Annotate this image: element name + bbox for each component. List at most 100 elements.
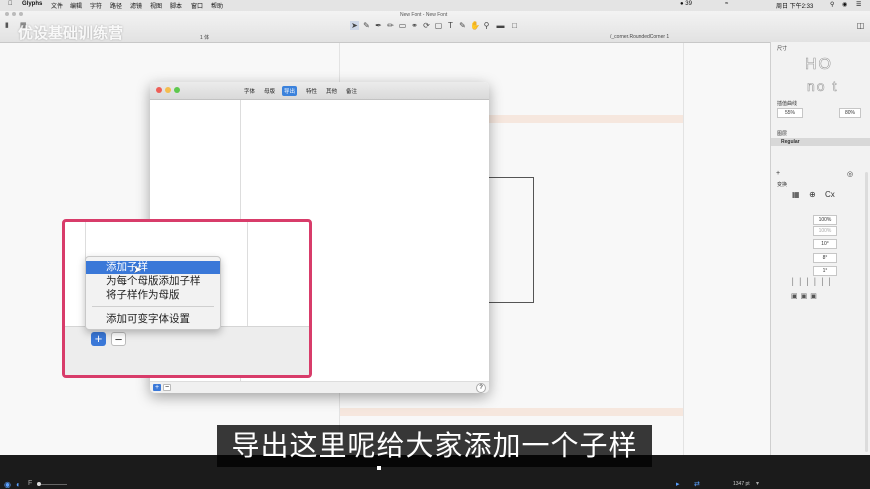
dialog-add-button-small[interactable]: +	[153, 384, 161, 391]
subtitle-dot	[377, 466, 381, 470]
interp-left-field[interactable]: 55%	[777, 108, 803, 118]
inspector-toggle-icon[interactable]: ◫	[856, 21, 865, 30]
zoom-level: 1347 pt	[733, 481, 750, 487]
zoom-divider-right	[247, 222, 248, 326]
video-subtitle: 导出这里呢给大家添加一个子样	[217, 425, 652, 467]
preview-eye-icon[interactable]: ◉	[4, 480, 11, 489]
interp-header: 插值曲线	[777, 101, 798, 107]
pen-tool-icon[interactable]: ✒	[374, 21, 383, 30]
panel-scrollbar[interactable]	[865, 172, 868, 452]
tab-right-glyph-name[interactable]: /_corner.RoundedCorner 1	[610, 34, 669, 40]
menu-item-window[interactable]: 窗口	[191, 1, 203, 10]
window-zoom-light[interactable]	[19, 12, 23, 16]
menu-item-help[interactable]: 帮助	[211, 1, 223, 10]
size-slider[interactable]	[37, 484, 67, 485]
primitives-tool-icon[interactable]: ▭	[398, 21, 407, 30]
size-header: 尺寸	[777, 46, 788, 52]
window-close-light[interactable]	[5, 12, 9, 16]
menu-item-add-instance-per-master[interactable]: 为每个母版添加子样	[86, 275, 220, 288]
tab-left[interactable]: 1 体	[200, 34, 209, 41]
glyph-outline[interactable]	[488, 177, 534, 303]
scale-x-field[interactable]: 100%	[813, 215, 837, 225]
layer-options-icon[interactable]: ◎	[847, 170, 853, 178]
measure-tool-icon[interactable]: ▬	[496, 21, 505, 30]
window-min-light[interactable]	[12, 12, 16, 16]
tab-font[interactable]: 字体	[242, 86, 257, 96]
tab-other[interactable]: 其他	[324, 86, 339, 96]
mouse-cursor-icon: ➤	[133, 264, 143, 276]
menu-extra-icon[interactable]: ◉	[842, 1, 847, 8]
zoom-remove-button[interactable]: −	[111, 332, 126, 346]
menu-app-name[interactable]: Glyphs	[22, 1, 42, 7]
watermark-text: 优设基础训练营	[18, 25, 124, 42]
origin-icon[interactable]: ⊕	[809, 190, 816, 199]
zoom-stepper[interactable]: ▾	[756, 480, 759, 487]
tab-exports[interactable]: 导出	[282, 86, 298, 96]
scale-y-field[interactable]: 100%	[813, 226, 837, 236]
scale-tool-icon[interactable]: ▢	[434, 21, 443, 30]
preview-toggle-icon[interactable]: □	[510, 21, 519, 30]
control-center-icon[interactable]: ☰	[856, 1, 861, 8]
view-options-icon[interactable]: ▸	[676, 480, 680, 488]
tab-notes[interactable]: 备注	[344, 86, 359, 96]
menu-item-add-variable-font-setting[interactable]: 添加可变字体设置	[86, 313, 220, 326]
tab-features[interactable]: 特性	[304, 86, 319, 96]
menu-item-path[interactable]: 路径	[110, 1, 122, 10]
add-instance-menu: 添加子样 为每个母版添加子样 将子样作为母版 添加可变字体设置 ➤	[85, 256, 221, 330]
menu-item-view[interactable]: 视图	[150, 1, 162, 10]
add-layer-icon[interactable]: +	[776, 170, 780, 177]
rotate-field[interactable]: 10°	[813, 239, 837, 249]
hand-tool-icon[interactable]: ✋	[470, 21, 480, 30]
wifi-icon[interactable]: ≈	[725, 1, 728, 7]
window-title: New Font - New Font	[400, 12, 448, 18]
clock[interactable]: 周日 下午2:33	[776, 1, 813, 10]
select-tool-icon[interactable]: ➤	[350, 21, 359, 30]
skew-field-2[interactable]: 1°	[813, 266, 837, 276]
menu-item-edit[interactable]: 编辑	[70, 1, 82, 10]
interp-right-field[interactable]: 80%	[839, 108, 861, 118]
search-icon[interactable]: ⚲	[830, 1, 834, 8]
dialog-close-button[interactable]	[156, 87, 162, 93]
text-tool-icon[interactable]: T	[446, 21, 455, 30]
tab-masters[interactable]: 母版	[262, 86, 277, 96]
preview-text-top: HO	[805, 56, 833, 74]
align-buttons-row[interactable]: ││││││	[791, 279, 835, 286]
menu-item-filter[interactable]: 滤镜	[130, 1, 142, 10]
pencil-tool-icon[interactable]: ✏	[386, 21, 395, 30]
inspector-panel: 尺寸 HO no t 插值曲线 55% 80% 图层 Regular + ◎ 变…	[770, 42, 870, 455]
dialog-bottom-bar: + − ?	[150, 381, 489, 393]
zoom-add-button[interactable]: +	[91, 332, 106, 346]
menu-separator	[92, 306, 214, 307]
dialog-remove-button-small[interactable]: −	[163, 384, 171, 391]
apple-icon[interactable]: 	[8, 1, 13, 7]
skew-field-1[interactable]: 8°	[813, 253, 837, 263]
metric-band-bottom	[340, 408, 683, 416]
preview-text-bottom: no t	[807, 78, 839, 95]
layers-header: 图层	[777, 131, 788, 137]
canvas-guide-vertical-2	[683, 42, 684, 455]
dialog-zoom-button[interactable]	[174, 87, 180, 93]
annotation-tool-icon[interactable]: ✎	[458, 21, 467, 30]
boolean-buttons-row[interactable]: ▣▣▣	[791, 292, 820, 300]
dialog-minimize-button[interactable]	[165, 87, 171, 93]
rotate-tool-icon[interactable]: ⟳	[422, 21, 431, 30]
draw-tool-icon[interactable]: ✎	[362, 21, 371, 30]
size-slider-knob[interactable]	[37, 482, 41, 486]
font-preview-label-icon[interactable]: F	[28, 480, 32, 487]
text-direction-icon[interactable]: ⇄	[694, 480, 700, 488]
help-button[interactable]: ?	[476, 383, 486, 393]
battery-status: ● 39	[680, 1, 692, 7]
menu-item-instance-as-master[interactable]: 将子样作为母版	[86, 289, 220, 302]
transform-header: 变换	[777, 182, 788, 188]
menu-item-add-instance[interactable]: 添加子样	[86, 261, 220, 274]
zoom-tool-icon[interactable]: ⚲	[482, 21, 491, 30]
fill-toggle-icon[interactable]: ◐	[16, 480, 21, 489]
sidebar-toggle-icon[interactable]: ▮	[5, 21, 9, 29]
flip-icon[interactable]: Cx	[825, 190, 835, 199]
dialog-titlebar: 字体 母版 导出 特性 其他 备注	[150, 82, 489, 100]
align-grid-icon[interactable]: ▦	[792, 190, 800, 199]
menu-item-file[interactable]: 文件	[51, 1, 63, 10]
knife-tool-icon[interactable]: ⚭	[410, 21, 419, 30]
menu-item-script[interactable]: 脚本	[170, 1, 182, 10]
menu-item-glyph[interactable]: 字符	[90, 1, 102, 10]
